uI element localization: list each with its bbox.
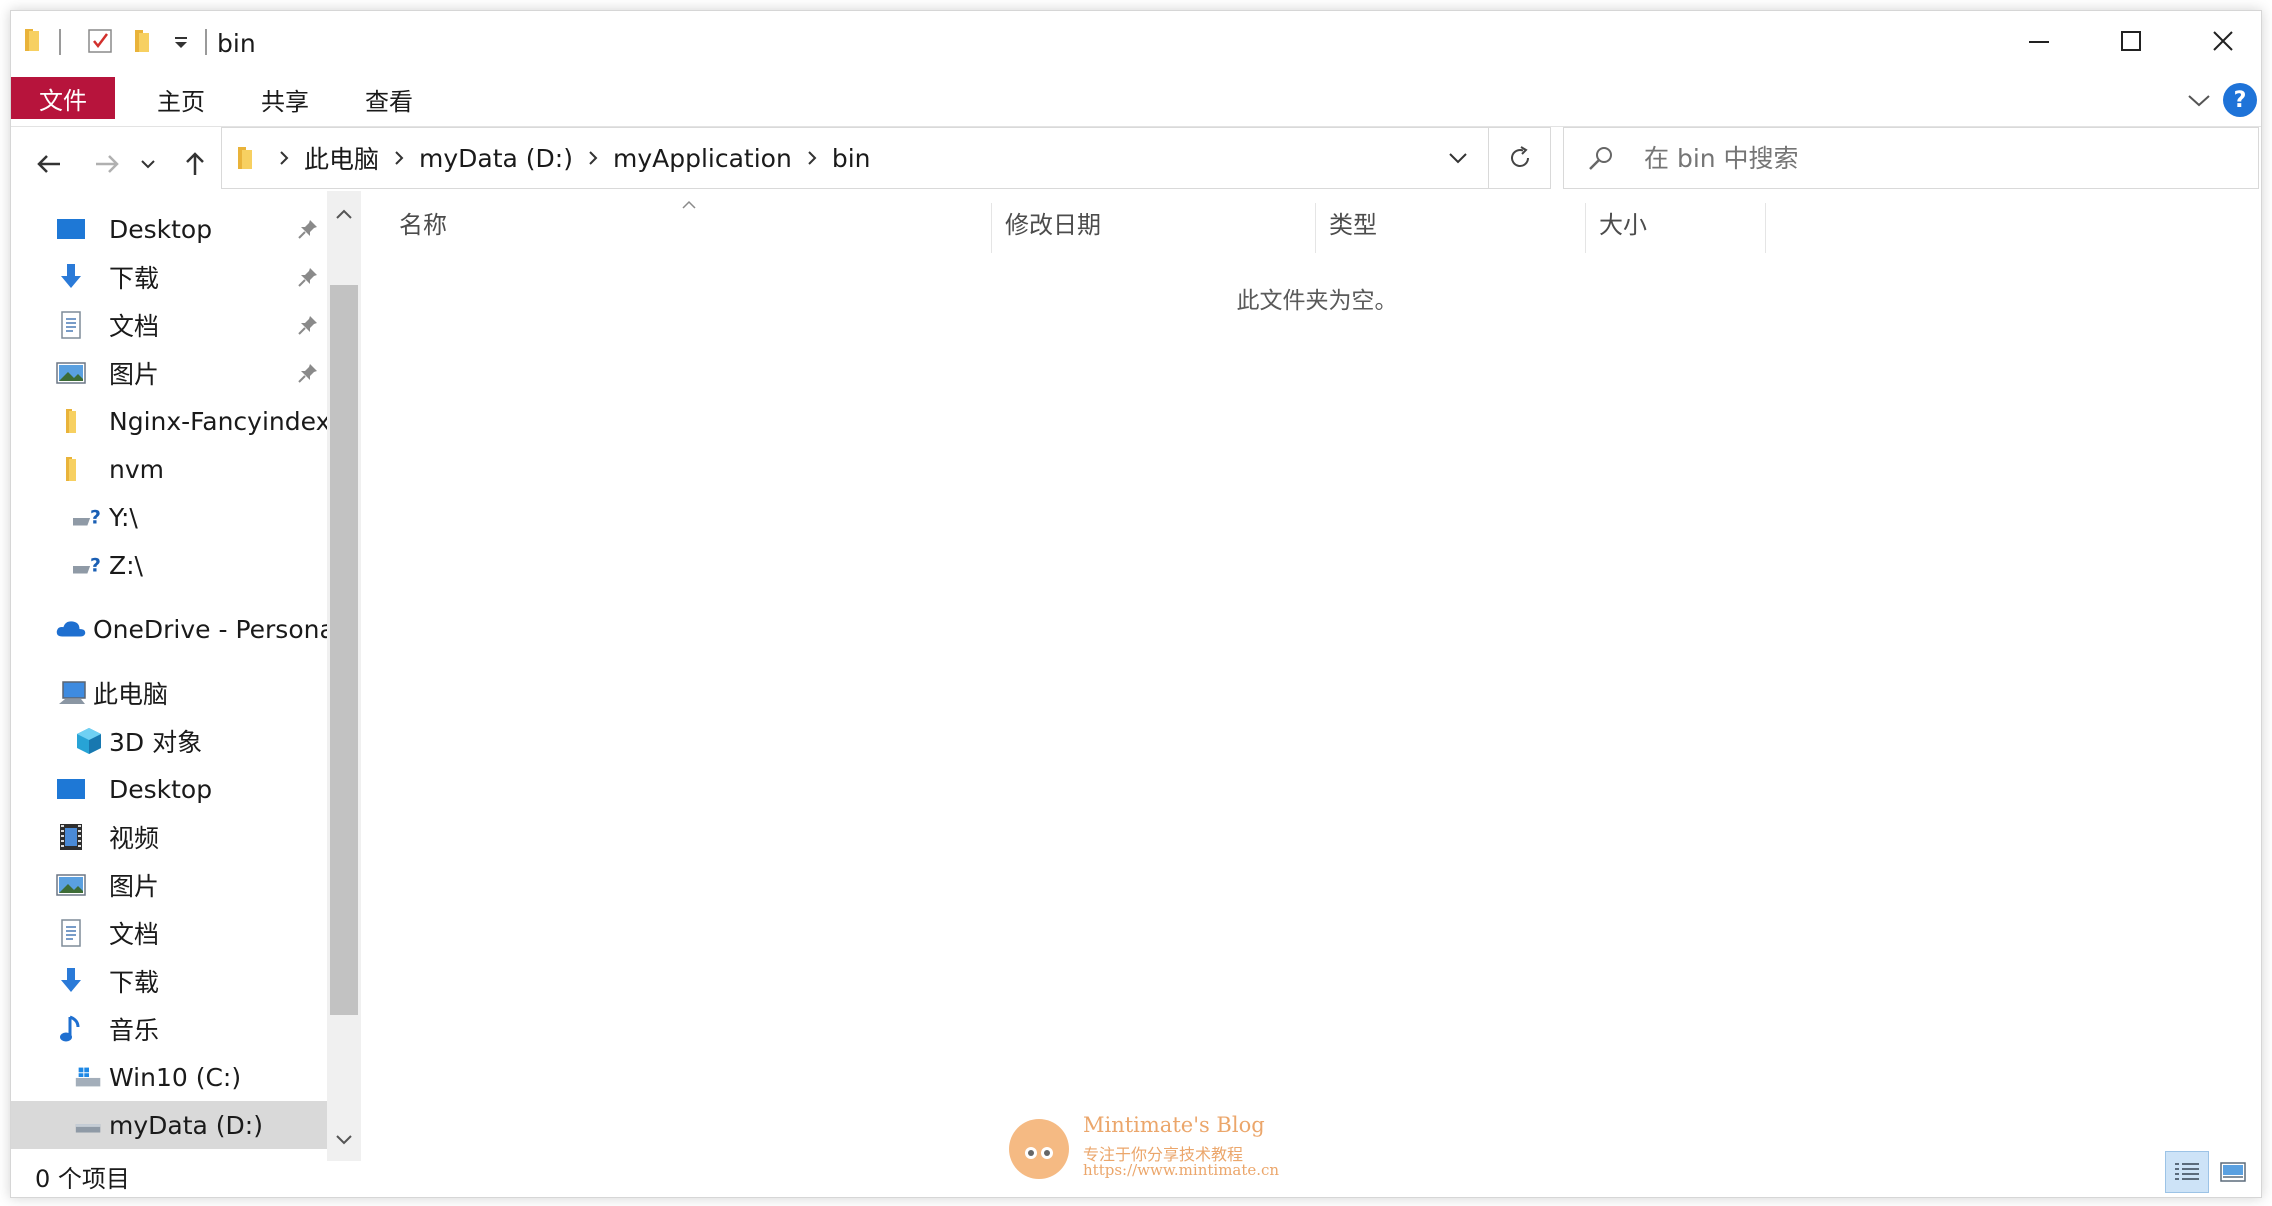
maximize-button[interactable] <box>2085 11 2177 71</box>
nav-item-this-pc[interactable]: 此电脑 <box>11 669 327 717</box>
folder-icon[interactable] <box>19 25 49 55</box>
up-button[interactable] <box>175 139 215 189</box>
chevron-right-icon[interactable] <box>270 150 298 166</box>
document-icon <box>55 309 87 341</box>
computer-icon <box>57 677 89 709</box>
nav-item-downloads-pc[interactable]: 下载 <box>11 957 327 1005</box>
empty-folder-message: 此文件夹为空。 <box>1236 288 1398 314</box>
quick-access-toolbar <box>19 25 49 55</box>
breadcrumb-bin[interactable]: bin <box>826 144 877 173</box>
new-folder-icon[interactable] <box>127 25 157 55</box>
watermark-title: Mintimate's Blog <box>1083 1113 1265 1137</box>
tab-home[interactable]: 主页 <box>143 79 219 119</box>
onedrive-cloud-icon <box>55 613 87 645</box>
details-view-icon[interactable] <box>2165 1151 2209 1193</box>
window-title: bin <box>217 29 256 58</box>
nav-item-videos[interactable]: 视频 <box>11 813 327 861</box>
customize-toolbar-icon[interactable] <box>169 25 193 55</box>
svg-text:?: ? <box>90 556 101 577</box>
column-header-name[interactable]: 名称 <box>399 191 447 253</box>
scroll-down-icon[interactable] <box>335 1131 353 1150</box>
status-bar: 0 个项目 <box>11 1151 2261 1199</box>
drive-icon <box>73 1109 105 1141</box>
chevron-right-icon[interactable] <box>385 150 413 166</box>
nav-item-documents-pc[interactable]: 文档 <box>11 909 327 957</box>
nav-item-drive-d[interactable]: myData (D:) <box>11 1101 327 1149</box>
chevron-right-icon[interactable] <box>798 150 826 166</box>
large-icons-view-icon[interactable] <box>2211 1151 2255 1193</box>
video-icon <box>55 821 87 853</box>
breadcrumb: 此电脑 myData (D:) myApplication bin <box>222 128 877 188</box>
tab-file[interactable]: 文件 <box>11 77 115 119</box>
nav-item-drive-c[interactable]: Win10 (C:) <box>11 1053 327 1101</box>
desktop-icon <box>55 213 87 245</box>
desktop-icon <box>55 773 87 805</box>
title-bar: bin <box>11 11 2261 71</box>
tab-view[interactable]: 查看 <box>351 79 427 119</box>
expand-ribbon-icon[interactable] <box>2181 83 2217 119</box>
column-header-type[interactable]: 类型 <box>1329 191 1377 253</box>
folder-icon <box>55 405 87 437</box>
breadcrumb-this-pc[interactable]: 此电脑 <box>298 140 385 176</box>
nav-item-music[interactable]: 音乐 <box>11 1005 327 1053</box>
nav-item-pictures-pc[interactable]: 图片 <box>11 861 327 909</box>
forward-button[interactable] <box>87 139 127 189</box>
nav-item-nginx-fancyindex[interactable]: Nginx-Fancyindex- <box>11 397 327 445</box>
pictures-icon <box>55 357 87 389</box>
pictures-icon <box>55 869 87 901</box>
nav-item-documents[interactable]: 文档 <box>11 301 327 349</box>
navigation-pane: Desktop 下载 文档 图片 Nginx-Fancyindex- nvm ?… <box>11 191 361 1161</box>
nav-scrollbar[interactable] <box>327 191 361 1161</box>
nav-item-onedrive[interactable]: OneDrive - Personal <box>11 605 329 653</box>
pin-icon[interactable] <box>297 265 319 287</box>
scroll-up-icon[interactable] <box>335 205 353 224</box>
scrollbar-thumb[interactable] <box>330 285 358 1015</box>
search-input[interactable] <box>1644 128 2224 188</box>
address-bar[interactable]: 此电脑 myData (D:) myApplication bin <box>221 127 1489 189</box>
column-header-date-modified[interactable]: 修改日期 <box>1005 191 1101 253</box>
folder-icon <box>222 144 270 172</box>
music-icon <box>55 1013 87 1045</box>
windows-drive-icon <box>73 1061 105 1093</box>
address-dropdown-chevron-icon[interactable] <box>1428 128 1488 188</box>
refresh-button[interactable] <box>1489 127 1551 189</box>
pin-icon[interactable] <box>297 217 319 239</box>
breadcrumb-mydata[interactable]: myData (D:) <box>413 144 579 173</box>
nav-item-downloads[interactable]: 下载 <box>11 253 327 301</box>
tab-share[interactable]: 共享 <box>247 79 323 119</box>
nav-item-nvm[interactable]: nvm <box>11 445 327 493</box>
nav-item-3d-objects[interactable]: 3D 对象 <box>11 717 327 765</box>
ribbon: 文件 主页 共享 查看 ? <box>11 71 2261 127</box>
download-icon <box>55 261 87 293</box>
pin-icon[interactable] <box>297 313 319 335</box>
nav-item-pictures[interactable]: 图片 <box>11 349 327 397</box>
file-list: 名称 修改日期 类型 大小 此文件夹为空。 <box>361 191 2261 1161</box>
nav-item-desktop-pc[interactable]: Desktop <box>11 765 327 813</box>
svg-text:?: ? <box>90 508 101 529</box>
pin-icon[interactable] <box>297 361 319 383</box>
help-icon[interactable]: ? <box>2223 83 2257 117</box>
item-count: 0 个项目 <box>35 1165 130 1193</box>
breadcrumb-myapplication[interactable]: myApplication <box>607 144 798 173</box>
back-button[interactable] <box>29 139 69 189</box>
network-drive-icon: ? <box>73 501 105 533</box>
folder-icon <box>55 453 87 485</box>
close-button[interactable] <box>2177 11 2269 71</box>
nav-item-drive-y[interactable]: ? Y:\ <box>11 493 327 541</box>
recent-locations-chevron-icon[interactable] <box>133 139 163 189</box>
chevron-right-icon[interactable] <box>579 150 607 166</box>
minimize-button[interactable] <box>1993 11 2085 71</box>
explorer-window: bin 文件 主页 共享 查看 ? 此电脑 myData (D:) myAppl… <box>10 10 2262 1198</box>
3d-objects-icon <box>73 725 105 757</box>
nav-item-drive-z[interactable]: ? Z:\ <box>11 541 327 589</box>
column-header-size[interactable]: 大小 <box>1599 191 1647 253</box>
search-icon <box>1586 144 1616 178</box>
nav-item-desktop[interactable]: Desktop <box>11 205 327 253</box>
search-box[interactable] <box>1563 127 2259 189</box>
document-icon <box>55 917 87 949</box>
download-icon <box>55 965 87 997</box>
sort-ascending-icon <box>681 195 697 214</box>
properties-icon[interactable] <box>85 25 115 55</box>
network-drive-icon: ? <box>73 549 105 581</box>
